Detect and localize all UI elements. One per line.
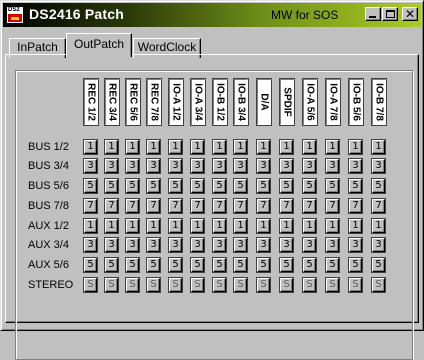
app-icon[interactable]: DS2 bbox=[6, 6, 24, 24]
patch-grid-frame bbox=[15, 70, 413, 360]
patch-window: DS2 DS2416 Patch MW for SOS ✕ InPatch Ou… bbox=[0, 0, 424, 360]
tab-outpatch[interactable]: OutPatch bbox=[66, 33, 132, 57]
maximize-button[interactable] bbox=[382, 7, 398, 21]
app-icon-text: DS2 bbox=[8, 7, 20, 13]
window-subtitle: MW for SOS bbox=[271, 8, 339, 22]
close-icon: ✕ bbox=[405, 7, 416, 21]
title-bar[interactable]: DS2 DS2416 Patch MW for SOS ✕ bbox=[3, 3, 421, 27]
minimize-button[interactable] bbox=[365, 7, 381, 21]
app-icon-yellow-block bbox=[11, 17, 19, 20]
window-title: DS2416 Patch bbox=[29, 6, 125, 22]
tab-panel bbox=[5, 54, 419, 360]
maximize-icon bbox=[386, 10, 395, 18]
close-button[interactable]: ✕ bbox=[402, 7, 418, 21]
minimize-icon bbox=[369, 16, 376, 18]
